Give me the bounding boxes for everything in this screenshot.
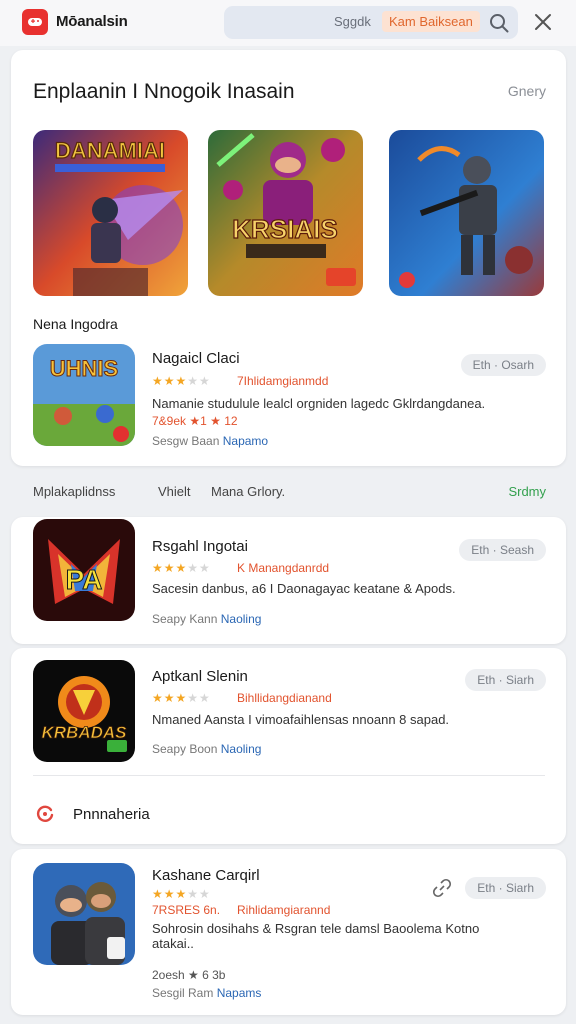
search-query-highlight: Kam Baiksean (382, 11, 480, 32)
app-icon-3: KRBADAS (33, 660, 135, 762)
game-banner-1[interactable]: DANAMIAI (33, 130, 188, 296)
game-banner-2[interactable]: KRSIAIS (208, 130, 363, 296)
dev-label-2: Seapy Kann (152, 612, 218, 626)
search-placeholder: Sggdk (334, 14, 371, 29)
star-empty-icon: ★★ (187, 887, 211, 901)
app-icon-3-logo-text: KRBADAS (42, 723, 128, 742)
app-card-2[interactable]: PA Rsgahl Ingotai ★★★★★ K Manangdanrdd S… (11, 517, 566, 644)
get-button-1[interactable]: Eth · Osarh (460, 354, 546, 376)
star-icon: ★★★ (152, 374, 188, 388)
filter-2[interactable]: Vhielt (158, 484, 191, 499)
rating-text-1: 7Ihlidamgianmdd (237, 374, 329, 388)
app-desc-3: Nmaned Aansta I vimoafaihlensas nnoann 8… (152, 712, 450, 727)
rating-stars-2: ★★★★★ (152, 561, 211, 575)
dev-link-2[interactable]: Naoling (221, 612, 262, 626)
app-icon-4 (33, 863, 135, 965)
dev-label-4: Sesgil Ram (152, 986, 214, 1000)
get-button-3[interactable]: Eth · Siarh (465, 669, 546, 691)
link-icon[interactable] (432, 878, 452, 898)
app-meta-1: 7&9ek ★1 ★ 12 (152, 414, 238, 428)
game-banner-3-art (389, 130, 544, 296)
app-icon-4-art (33, 863, 135, 965)
filter-3[interactable]: Mana Grlory. (211, 484, 285, 499)
close-icon[interactable] (532, 11, 554, 33)
star-icon: ★★★ (152, 887, 188, 901)
app-icon-2: PA (33, 519, 135, 621)
app-icon-1: UHNIS (33, 344, 135, 446)
app-dev-3: Seapy Boon Naoling (152, 742, 261, 756)
app-card-3: KRBADAS Aptkanl Slenin ★★★★★ Bihllidangd… (11, 648, 566, 844)
app-title-3: Aptkanl Slenin (152, 668, 248, 685)
filter-1[interactable]: Mplakaplidnss (33, 484, 115, 499)
filter-action-link[interactable]: Srdmy (508, 484, 546, 499)
app-icon-2-logo-text: PA (66, 564, 103, 595)
game-banner-3[interactable] (389, 130, 544, 296)
subsection-title: Nena Ingodra (33, 316, 118, 332)
star-empty-icon: ★★ (187, 691, 211, 705)
get-button-2[interactable]: Eth · Seash (459, 539, 546, 561)
banner-2-title: KRSIAIS (232, 214, 337, 244)
section-footer-title[interactable]: Pnnnaheria (73, 806, 150, 823)
app-desc-1: Namanie studulule lealcl orgniden lagedc… (152, 396, 486, 411)
star-icon: ★★★ (152, 561, 188, 575)
dev-link-3[interactable]: Naoling (221, 742, 262, 756)
app-title-2: Rsgahl Ingotai (152, 538, 248, 555)
app-meta-4: 2oesh ★ 6 3b (152, 968, 226, 982)
filter-bar: Mplakaplidnss Vhielt Mana Grlory. Srdmy (11, 474, 566, 510)
star-icon: ★★★ (152, 691, 188, 705)
star-empty-icon: ★★ (187, 561, 211, 575)
star-empty-icon: ★★ (187, 374, 211, 388)
app-title-1: Nagaicl Claci (152, 350, 240, 367)
app-logo[interactable] (22, 9, 48, 35)
rating-stars-1: ★★★★★ (152, 374, 211, 388)
app-title-4: Kashane Carqirl (152, 867, 260, 884)
featured-card: Enplaanin I Nnogoik Inasain Gnery DANAMI… (11, 50, 566, 466)
dev-label-3: Seapy Boon (152, 742, 218, 756)
search-bar[interactable]: Sggdk Kam Baiksean (224, 6, 518, 39)
dev-label-1: Sesgw Baan (152, 434, 220, 448)
rating-stars-3: ★★★★★ (152, 691, 211, 705)
app-desc-4: Sohrosin dosihahs & Rsgran tele damsl Ba… (152, 921, 480, 951)
app-icon-1-art: UHNIS (33, 344, 135, 446)
search-icon[interactable] (488, 12, 510, 34)
rating-stars-4: ★★★★★ (152, 887, 211, 901)
rating-text-3: Bihllidangdianand (237, 691, 332, 705)
rating-prefix-4: 7RSRES 6n. (152, 903, 221, 917)
banner-1-title: DANAMIAI (55, 138, 165, 163)
dev-link-4[interactable]: Napams (217, 986, 262, 1000)
app-card-4[interactable]: Kashane Carqirl ★★★★★ 7RSRES 6n. Rihlida… (11, 849, 566, 1015)
game-controller-icon (28, 18, 42, 26)
rating-text-4: Rihlidamgiarannd (237, 903, 331, 917)
app-dev-4: Sesgil Ram Napams (152, 986, 261, 1000)
app-desc-2: Sacesin danbus, a6 I Daonagayac keatane … (152, 581, 456, 596)
app-dev-2: Seapy Kann Naoling (152, 612, 261, 626)
refresh-icon (36, 805, 54, 822)
top-bar: Mōanalsin Sggdk Kam Baiksean (0, 0, 576, 46)
app-icon-2-art: PA (33, 519, 135, 621)
game-banner-2-art: KRSIAIS (208, 130, 363, 296)
divider (33, 775, 545, 776)
featured-more-link[interactable]: Gnery (508, 83, 546, 99)
app-icon-3-art: KRBADAS (33, 660, 135, 762)
featured-title: Enplaanin I Nnogoik Inasain (33, 80, 295, 103)
get-button-4[interactable]: Eth · Siarh (465, 877, 546, 899)
rating-text-2: K Manangdanrdd (237, 561, 330, 575)
app-icon-1-logo-text: UHNIS (50, 356, 118, 381)
app-name: Mōanalsin (56, 13, 128, 30)
dev-link-1[interactable]: Napamo (223, 434, 268, 448)
app-dev-1: Sesgw Baan Napamo (152, 434, 268, 448)
game-banner-1-art: DANAMIAI (33, 130, 188, 296)
